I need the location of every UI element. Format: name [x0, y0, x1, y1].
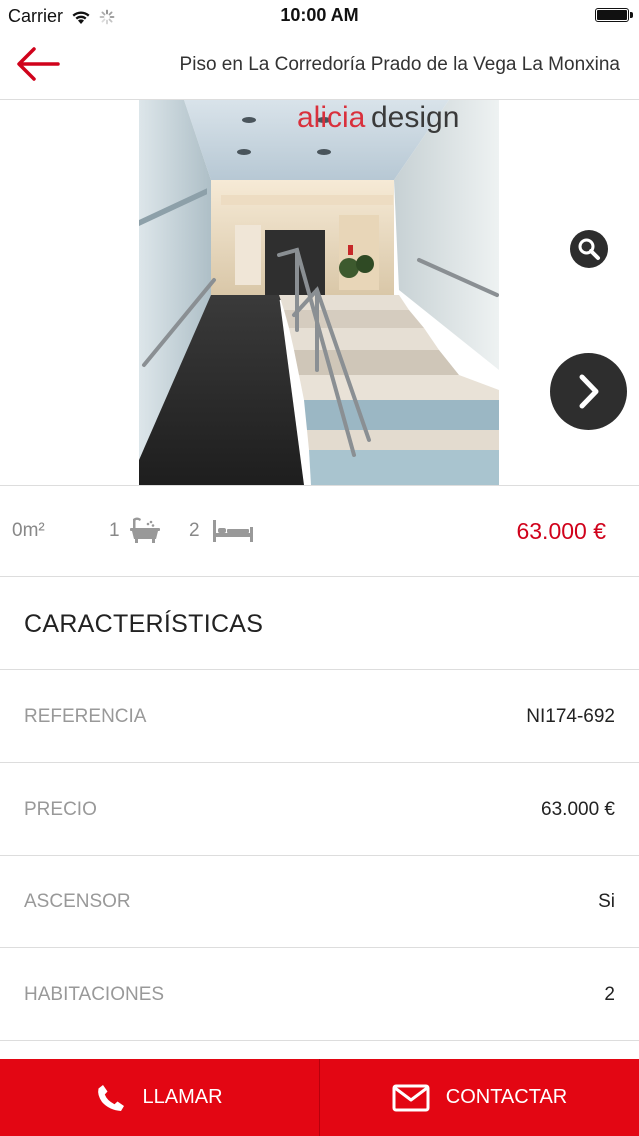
property-photo[interactable]: alicia design — [139, 100, 499, 485]
feature-label: ASCENSOR — [24, 891, 131, 912]
battery-icon — [595, 8, 633, 22]
feature-value: 63.000 € — [541, 799, 615, 820]
back-button[interactable] — [14, 44, 64, 84]
search-icon — [578, 238, 600, 260]
chevron-right-icon — [579, 374, 599, 409]
zoom-button[interactable] — [570, 230, 608, 268]
navigation-bar: Piso en La Corredoría Prado de la Vega L… — [0, 32, 639, 100]
phone-icon — [98, 1084, 125, 1111]
mail-icon — [392, 1084, 430, 1111]
action-bar: LLAMAR CONTACTAR — [0, 1059, 639, 1136]
bathtub-icon — [130, 517, 160, 543]
features-title: CARACTERÍSTICAS — [24, 610, 264, 638]
bed-icon — [213, 520, 253, 542]
status-bar: Carrier 10:00 AM — [0, 0, 639, 32]
feature-row-precio: PRECIO 63.000 € — [0, 763, 639, 856]
feature-row-habitaciones: HABITACIONES 2 — [0, 948, 639, 1041]
photo-gallery: alicia design — [0, 100, 639, 485]
contact-button[interactable]: CONTACTAR — [320, 1059, 639, 1136]
feature-value: 2 — [604, 984, 615, 1005]
feature-label: PRECIO — [24, 799, 97, 820]
features-section-header: CARACTERÍSTICAS — [0, 577, 639, 670]
bedrooms-count: 2 — [189, 520, 200, 541]
area-value: 0m² — [12, 520, 45, 541]
bathrooms-count: 1 — [109, 520, 120, 541]
call-button[interactable]: LLAMAR — [0, 1059, 319, 1136]
watermark-design: design — [371, 101, 459, 134]
feature-row-ascensor: ASCENSOR Si — [0, 855, 639, 948]
page-title: Piso en La Corredoría Prado de la Vega L… — [179, 54, 620, 75]
property-summary: 0m² 1 2 63.000 € — [0, 485, 639, 577]
feature-value: NI174-692 — [526, 706, 615, 727]
property-photo-image: alicia design — [139, 100, 499, 485]
feature-label: REFERENCIA — [24, 706, 147, 727]
next-photo-button[interactable] — [550, 353, 627, 430]
status-time: 10:00 AM — [280, 5, 359, 25]
feature-value: Si — [598, 891, 615, 912]
watermark-alicia: alicia — [297, 101, 366, 134]
call-label: LLAMAR — [142, 1086, 223, 1108]
feature-row-referencia: REFERENCIA NI174-692 — [0, 670, 639, 763]
feature-label: HABITACIONES — [24, 984, 165, 1005]
arrow-left-icon — [17, 47, 60, 81]
contact-label: CONTACTAR — [445, 1086, 568, 1108]
price-value: 63.000 € — [516, 518, 606, 544]
